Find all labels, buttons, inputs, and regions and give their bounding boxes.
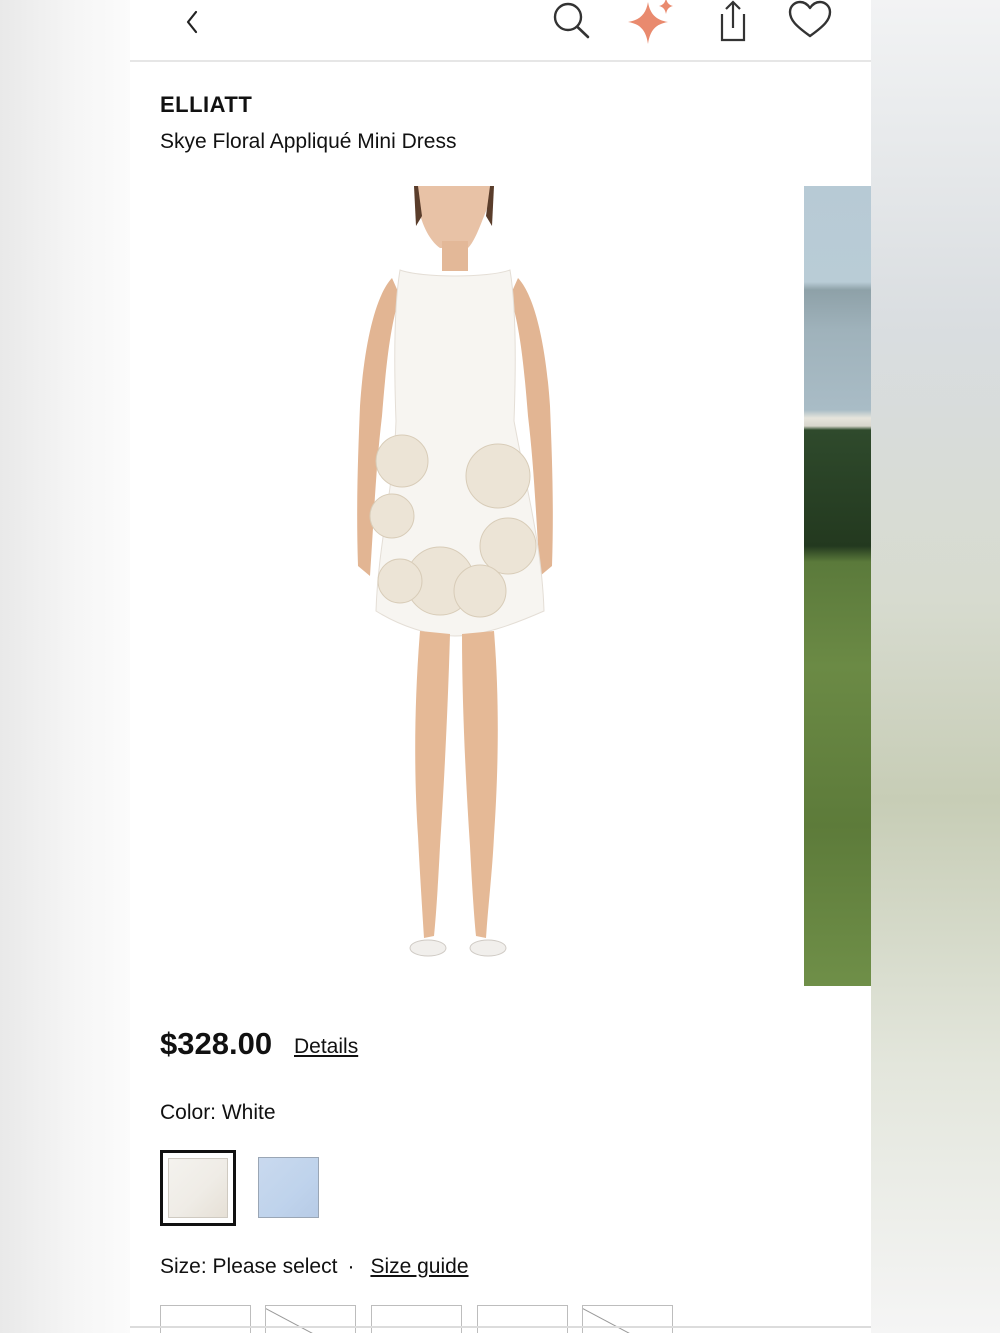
color-swatch-blue[interactable] — [258, 1157, 319, 1218]
brand-name[interactable]: ELLIATT — [160, 92, 252, 118]
size-option-unavailable[interactable] — [265, 1305, 356, 1333]
size-guide-link[interactable]: Size guide — [370, 1255, 468, 1279]
background-blur-right — [871, 0, 1000, 1333]
product-page: ELLIATT Skye Floral Appliqué Mini Dress — [130, 0, 871, 1333]
color-swatch-white[interactable] — [160, 1150, 236, 1226]
product-title: Skye Floral Appliqué Mini Dress — [160, 130, 457, 153]
product-image-gallery[interactable] — [130, 186, 871, 986]
size-option[interactable] — [477, 1305, 568, 1333]
divider — [130, 1326, 871, 1328]
color-label: Color: White — [160, 1101, 276, 1124]
top-navigation-bar — [130, 0, 871, 62]
product-image-main[interactable] — [330, 186, 590, 986]
size-option-unavailable[interactable] — [582, 1305, 673, 1333]
size-selector-header: Size: Please select · Size guide — [160, 1255, 469, 1279]
size-options — [160, 1305, 860, 1333]
background-blur-left — [0, 0, 130, 1333]
size-option[interactable] — [371, 1305, 462, 1333]
search-icon[interactable] — [550, 0, 592, 42]
heart-icon[interactable] — [786, 0, 834, 42]
sparkle-icon[interactable] — [624, 0, 676, 46]
details-link[interactable]: Details — [294, 1035, 358, 1059]
product-image-next[interactable] — [804, 186, 871, 986]
size-label: Size: Please select — [160, 1255, 338, 1278]
size-separator: · — [347, 1255, 355, 1278]
swatch-white-image — [168, 1158, 228, 1218]
chevron-left-icon[interactable] — [178, 4, 206, 36]
share-icon[interactable] — [710, 0, 748, 44]
product-price: $328.00 — [160, 1026, 273, 1061]
size-option[interactable] — [160, 1305, 251, 1333]
